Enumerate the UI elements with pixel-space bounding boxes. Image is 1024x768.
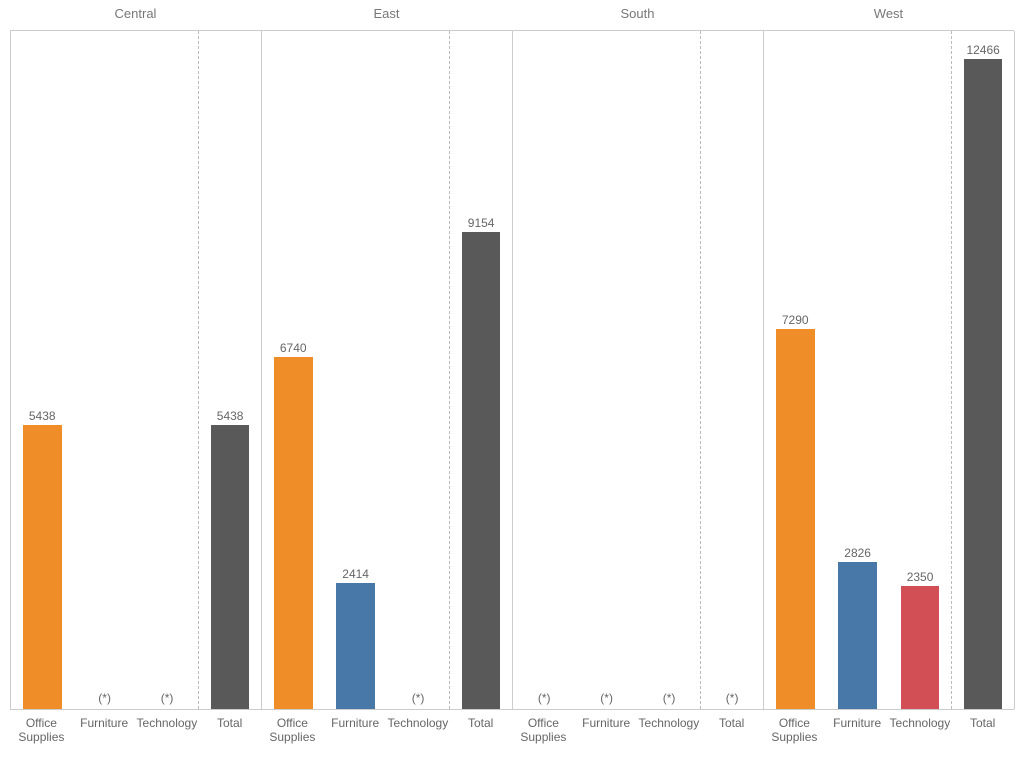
bar-slot: (*) — [513, 31, 575, 709]
axis-label: Technology — [889, 710, 952, 768]
axis-total-label: Total — [198, 710, 261, 768]
axis-label: Office Supplies — [10, 710, 73, 768]
panel-header: South — [512, 0, 763, 30]
axis-panel: Office SuppliesFurnitureTechnologyTotal — [763, 710, 1014, 768]
bar-slot: 2350 — [889, 31, 951, 709]
axis-panel: Office SuppliesFurnitureTechnologyTotal — [10, 710, 261, 768]
suppressed-marker: (*) — [412, 691, 425, 705]
total-area: (*) — [701, 31, 764, 709]
panel-header-row: CentralEastSouthWest — [10, 0, 1014, 30]
categories-area: (*) (*) (*) — [513, 31, 701, 709]
axis-label: Office Supplies — [763, 710, 826, 768]
axis-label: Furniture — [826, 710, 889, 768]
categories-area: 6740 2414 (*) — [262, 31, 450, 709]
total-bar: 9154 — [462, 232, 500, 709]
bar-slot: 2826 — [826, 31, 888, 709]
panel: (*) (*) (*) (*) — [513, 31, 764, 709]
bar-value-label: 5438 — [29, 409, 56, 425]
bar-slot: 6740 — [262, 31, 324, 709]
suppressed-marker: (*) — [600, 691, 613, 705]
suppressed-marker: (*) — [98, 691, 111, 705]
bar-value-label: 6740 — [280, 341, 307, 357]
bar-value-label: 2414 — [342, 567, 369, 583]
axis-label: Furniture — [575, 710, 638, 768]
axis-total-label: Total — [449, 710, 512, 768]
panel-header: Central — [10, 0, 261, 30]
bar: 5438 — [23, 425, 62, 709]
panel-header: East — [261, 0, 512, 30]
axis-label: Technology — [638, 710, 701, 768]
suppressed-marker: (*) — [538, 691, 551, 705]
suppressed-marker: (*) — [663, 691, 676, 705]
axis-label: Technology — [387, 710, 450, 768]
bar: 2350 — [901, 586, 940, 709]
bar-slot: 5438 — [11, 31, 73, 709]
bar: 2414 — [336, 583, 375, 709]
total-area: 9154 — [450, 31, 513, 709]
plot-row: 5438(*)(*)543867402414(*)9154(*)(*)(*)(*… — [10, 30, 1014, 710]
total-area: 5438 — [199, 31, 262, 709]
bar-value-label: 7290 — [782, 313, 809, 329]
axis-panel: Office SuppliesFurnitureTechnologyTotal — [261, 710, 512, 768]
panel: 7290 2826 2350 12466 — [764, 31, 1015, 709]
chart-container: CentralEastSouthWest 5438 (*) (*) 5438 6740 2… — [0, 0, 1024, 768]
bar-value-label: 2826 — [844, 546, 871, 562]
panel: 6740 2414 (*) 9154 — [262, 31, 513, 709]
total-slot: 9154 — [450, 31, 512, 709]
bar-slot: (*) — [387, 31, 449, 709]
bar-slot: (*) — [638, 31, 700, 709]
bar-slot: (*) — [136, 31, 198, 709]
bar-value-label: 12466 — [966, 43, 999, 59]
suppressed-marker: (*) — [161, 691, 174, 705]
total-slot: (*) — [701, 31, 763, 709]
bar: 7290 — [776, 329, 815, 709]
axis-label: Technology — [136, 710, 199, 768]
bar-slot: (*) — [575, 31, 637, 709]
suppressed-marker: (*) — [726, 691, 739, 705]
total-slot: 5438 — [199, 31, 261, 709]
axis-total-label: Total — [700, 710, 763, 768]
axis-panel: Office SuppliesFurnitureTechnologyTotal — [512, 710, 763, 768]
total-bar: 5438 — [211, 425, 249, 709]
total-area: 12466 — [952, 31, 1015, 709]
axis-label: Office Supplies — [512, 710, 575, 768]
axis-total-label: Total — [951, 710, 1014, 768]
total-slot: 12466 — [952, 31, 1014, 709]
bar: 2826 — [838, 562, 877, 709]
panel: 5438 (*) (*) 5438 — [11, 31, 262, 709]
x-axis: Office SuppliesFurnitureTechnologyTotalO… — [10, 710, 1014, 768]
categories-area: 7290 2826 2350 — [764, 31, 952, 709]
bar: 6740 — [274, 357, 313, 709]
panel-header: West — [763, 0, 1014, 30]
axis-label: Furniture — [73, 710, 136, 768]
bar-value-label: 9154 — [468, 216, 495, 232]
axis-label: Office Supplies — [261, 710, 324, 768]
bar-value-label: 5438 — [217, 409, 244, 425]
bar-slot: 7290 — [764, 31, 826, 709]
axis-label: Furniture — [324, 710, 387, 768]
total-bar: 12466 — [964, 59, 1002, 709]
categories-area: 5438 (*) (*) — [11, 31, 199, 709]
bar-slot: 2414 — [324, 31, 386, 709]
bar-value-label: 2350 — [907, 570, 934, 586]
bar-slot: (*) — [73, 31, 135, 709]
